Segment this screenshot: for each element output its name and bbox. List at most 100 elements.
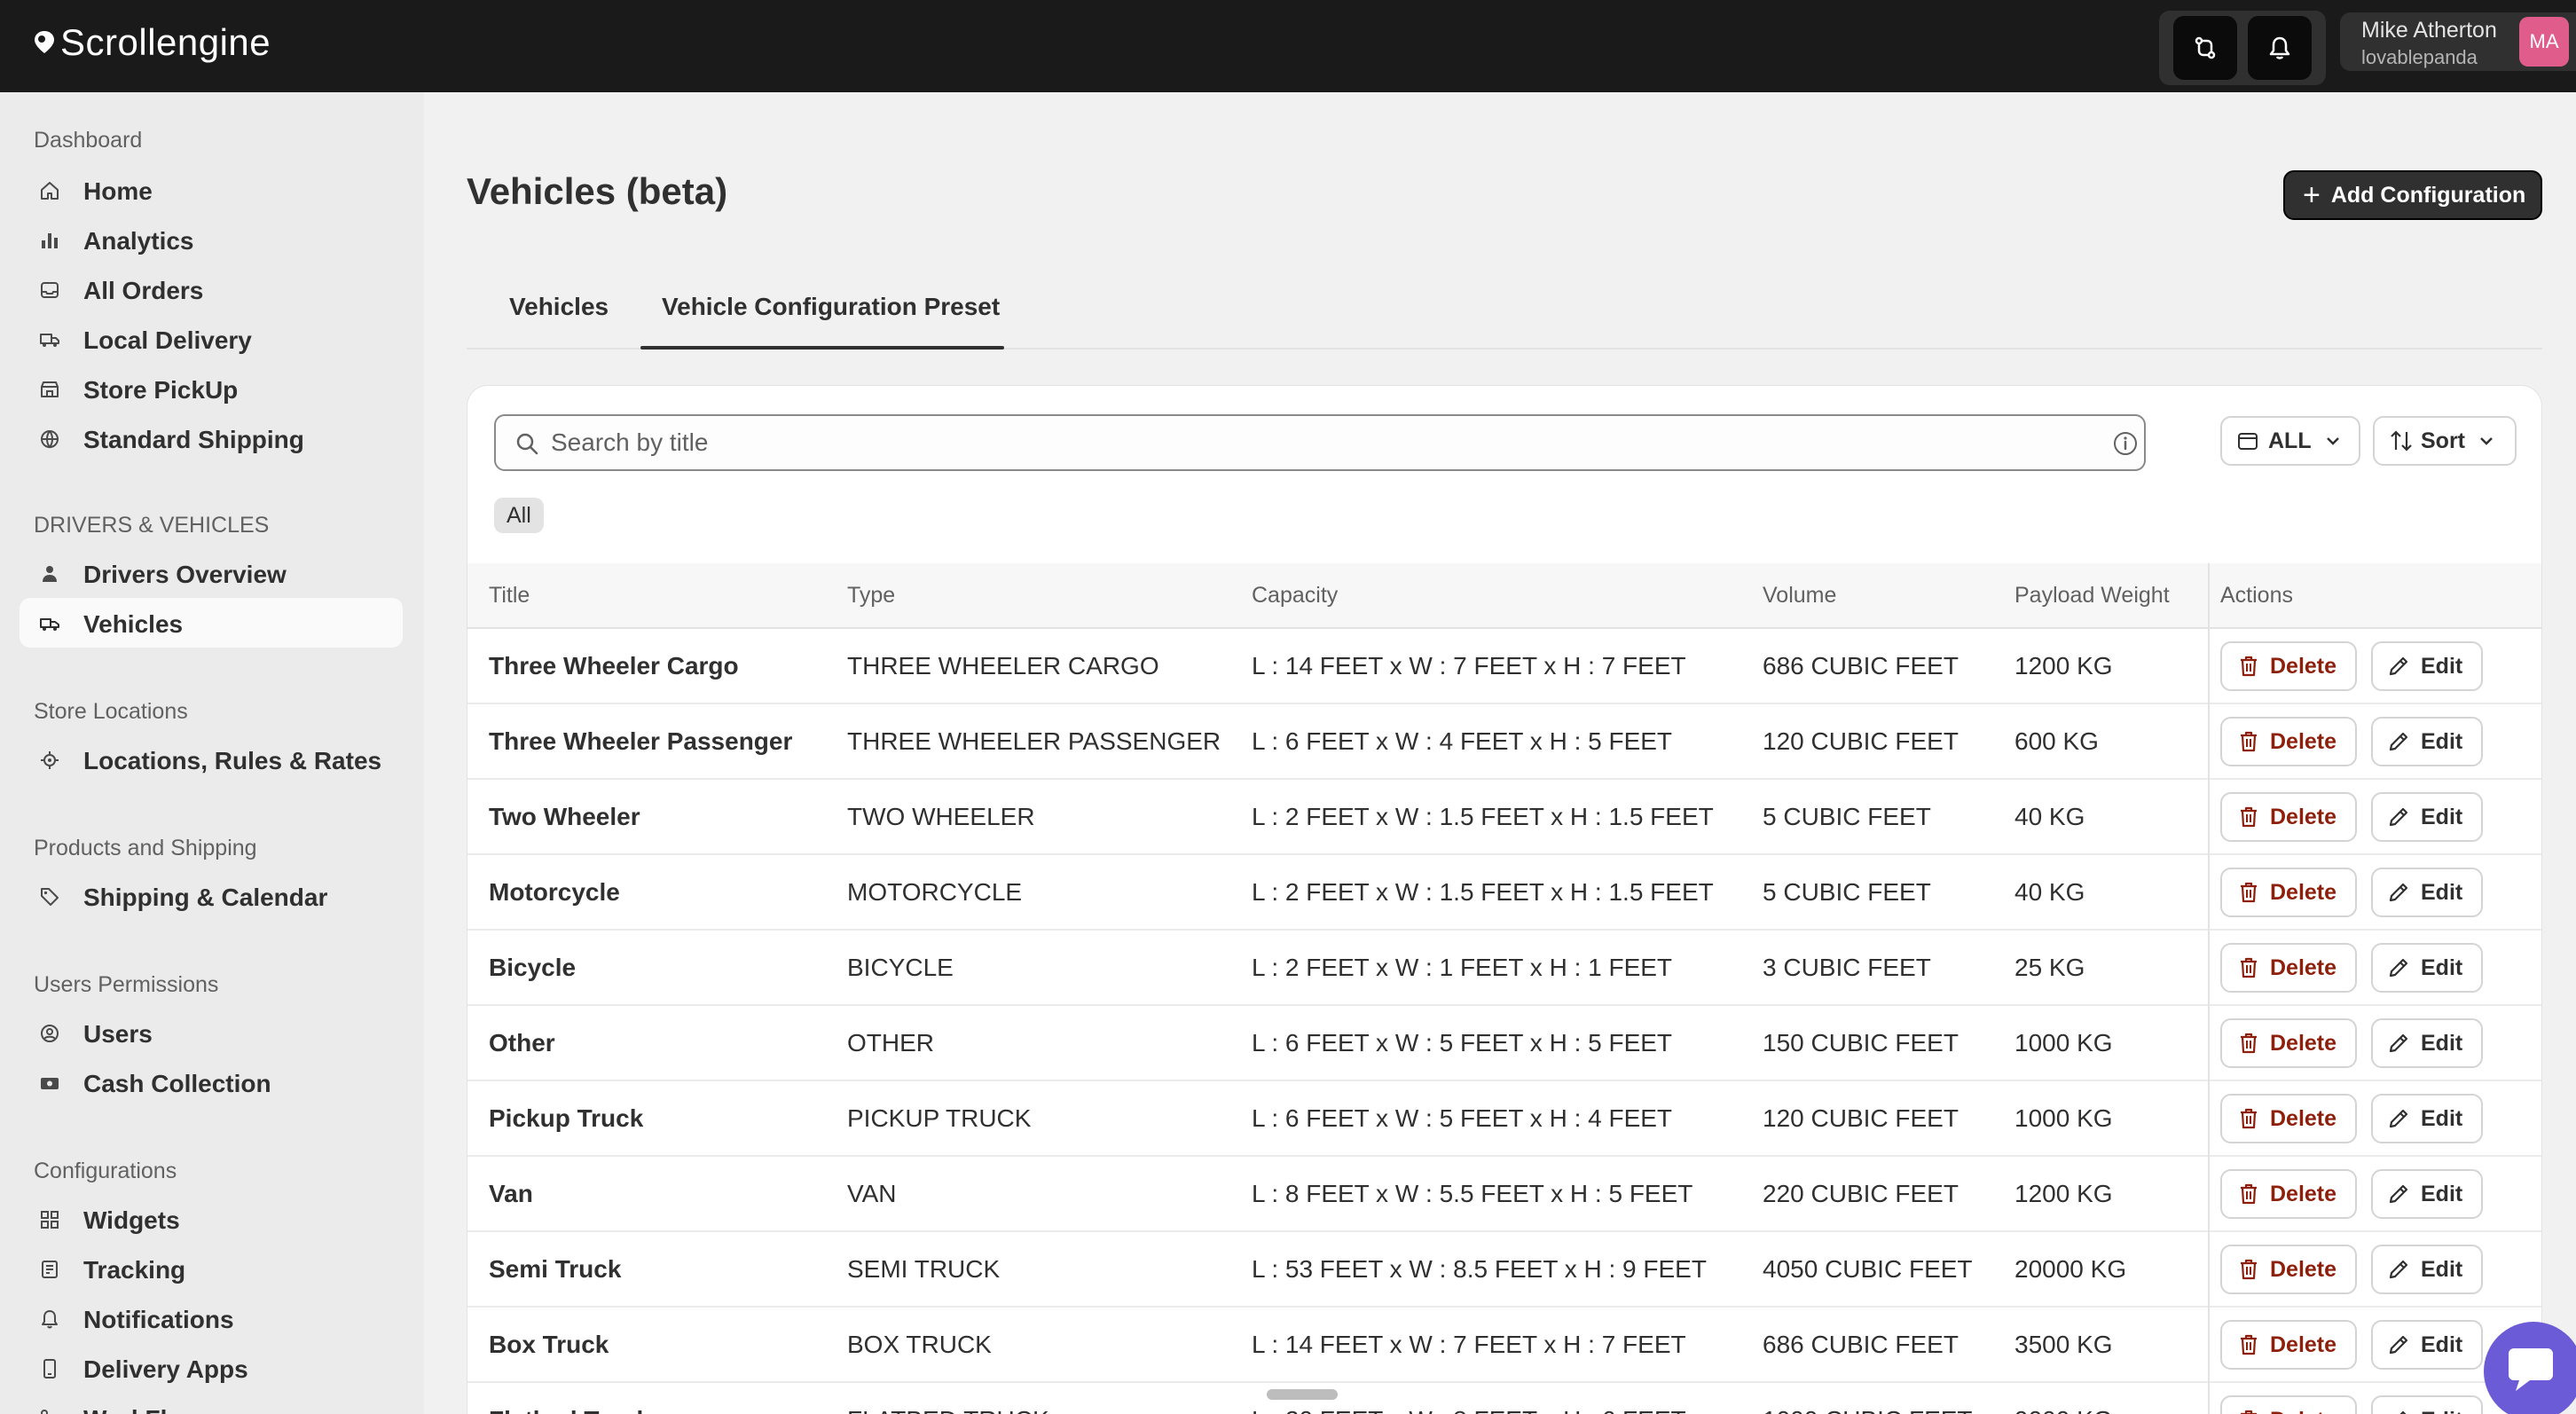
- tag-icon: [41, 888, 59, 906]
- cell-type: BICYCLE: [847, 954, 954, 981]
- column-header-title[interactable]: Title: [489, 583, 530, 609]
- cell-payload-weight: 1200 KG: [2014, 1180, 2113, 1207]
- sidebar-item-cash-collection[interactable]: Cash Collection: [20, 1057, 403, 1107]
- edit-button[interactable]: Edit: [2371, 868, 2483, 917]
- table-row[interactable]: Flatbed Truck FLATBED TRUCK L : 20 FEET x …: [467, 1383, 2541, 1414]
- tab-vehicles[interactable]: Vehicles: [509, 293, 609, 321]
- delete-label: Delete: [2270, 728, 2337, 754]
- table-row[interactable]: Two Wheeler TWO WHEELER L : 2 FEET x W : 1…: [467, 780, 2541, 855]
- tab-vehicle-configuration-preset[interactable]: Vehicle Configuration Preset: [662, 293, 1000, 321]
- search-field[interactable]: [494, 414, 2146, 471]
- user-menu[interactable]: Mike Atherton lovablepanda MA: [2340, 12, 2576, 71]
- cell-title: Motorcycle: [489, 878, 620, 906]
- chat-widget-button[interactable]: [2484, 1322, 2576, 1414]
- horizontal-scrollbar[interactable]: [1267, 1389, 1338, 1400]
- delete-button[interactable]: Delete: [2220, 1395, 2357, 1414]
- sidebar-item-standard-shipping[interactable]: Standard Shipping: [20, 413, 403, 463]
- sidebar-item-notifications[interactable]: Notifications: [20, 1293, 403, 1343]
- delete-button[interactable]: Delete: [2220, 943, 2357, 993]
- delete-button[interactable]: Delete: [2220, 1245, 2357, 1294]
- switch-button[interactable]: [2173, 16, 2237, 80]
- sidebar-item-label: Cash Collection: [83, 1070, 271, 1097]
- edit-button[interactable]: Edit: [2371, 1018, 2483, 1068]
- bell-icon: [2269, 36, 2290, 59]
- sidebar-section-dashboard: Dashboard: [34, 128, 143, 153]
- add-configuration-button[interactable]: + Add Configuration: [2283, 170, 2542, 220]
- sidebar-item-store-pickup[interactable]: Store PickUp: [20, 364, 403, 413]
- edit-button[interactable]: Edit: [2371, 1320, 2483, 1370]
- sidebar-item-tracking[interactable]: Tracking: [20, 1244, 403, 1293]
- cell-payload-weight: 25 KG: [2014, 954, 2085, 981]
- delete-button[interactable]: Delete: [2220, 1320, 2357, 1370]
- table-row[interactable]: Three Wheeler Passenger THREE WHEELER PAS…: [467, 704, 2541, 780]
- sidebar-item-widgets[interactable]: Widgets: [20, 1194, 403, 1244]
- store-icon: [41, 381, 59, 397]
- table-row[interactable]: Box Truck BOX TRUCK L : 14 FEET x W : 7 FE…: [467, 1308, 2541, 1383]
- column-header-volume[interactable]: Volume: [1763, 583, 1836, 609]
- search-input[interactable]: [551, 425, 2077, 460]
- table-row[interactable]: Semi Truck SEMI TRUCK L : 53 FEET x W : 8.…: [467, 1232, 2541, 1308]
- edit-button[interactable]: Edit: [2371, 1169, 2483, 1219]
- delete-button[interactable]: Delete: [2220, 1094, 2357, 1143]
- edit-button[interactable]: Edit: [2371, 1094, 2483, 1143]
- sidebar-item-label: Shipping & Calendar: [83, 884, 328, 911]
- cell-volume: 5 CUBIC FEET: [1763, 803, 1931, 830]
- edit-button[interactable]: Edit: [2371, 943, 2483, 993]
- delete-label: Delete: [2270, 1332, 2337, 1357]
- edit-button[interactable]: Edit: [2371, 1245, 2483, 1294]
- sidebar-item-delivery-apps[interactable]: Delivery Apps: [20, 1343, 403, 1393]
- column-header-capacity[interactable]: Capacity: [1252, 583, 1338, 609]
- cell-payload-weight: 40 KG: [2014, 878, 2085, 906]
- pencil-icon: [2389, 1184, 2408, 1204]
- edit-button[interactable]: Edit: [2371, 792, 2483, 842]
- pencil-icon: [2389, 958, 2408, 978]
- sidebar-item-label: Tracking: [83, 1256, 186, 1284]
- filter-all-dropdown[interactable]: ALL: [2220, 416, 2360, 466]
- column-header-payload-weight[interactable]: Payload Weight: [2014, 583, 2170, 609]
- filter-chip-all[interactable]: All: [494, 498, 544, 533]
- trash-icon: [2241, 656, 2257, 677]
- delete-label: Delete: [2270, 653, 2337, 679]
- edit-button[interactable]: Edit: [2371, 1395, 2483, 1414]
- person-icon: [43, 566, 57, 582]
- table-row[interactable]: Motorcycle MOTORCYCLE L : 2 FEET x W : 1.5…: [467, 855, 2541, 931]
- chevron-down-icon: [2480, 437, 2493, 445]
- edit-button[interactable]: Edit: [2371, 641, 2483, 691]
- sidebar-item-workflow[interactable]: WorkFlow: [20, 1393, 403, 1414]
- table-row[interactable]: Three Wheeler Cargo THREE WHEELER CARGO L …: [467, 629, 2541, 704]
- sidebar-item-home[interactable]: Home: [20, 165, 403, 215]
- table-row[interactable]: Pickup Truck PICKUP TRUCK L : 6 FEET x W :…: [467, 1081, 2541, 1157]
- sidebar-item-users[interactable]: Users: [20, 1008, 403, 1057]
- delete-button[interactable]: Delete: [2220, 641, 2357, 691]
- sidebar-item-locations-rules-rates[interactable]: Locations, Rules & Rates: [20, 734, 403, 784]
- trash-icon: [2241, 1334, 2257, 1355]
- delete-button[interactable]: Delete: [2220, 717, 2357, 766]
- delete-label: Delete: [2270, 954, 2337, 980]
- edit-label: Edit: [2421, 728, 2463, 754]
- cell-payload-weight: 1200 KG: [2014, 652, 2113, 680]
- delete-button[interactable]: Delete: [2220, 868, 2357, 917]
- delete-button[interactable]: Delete: [2220, 1018, 2357, 1068]
- delete-button[interactable]: Delete: [2220, 1169, 2357, 1219]
- table-row[interactable]: Van VAN L : 8 FEET x W : 5.5 FEET x H : 5 …: [467, 1157, 2541, 1232]
- sidebar-item-vehicles[interactable]: Vehicles: [20, 598, 403, 648]
- sidebar-item-local-delivery[interactable]: Local Delivery: [20, 314, 403, 364]
- cell-volume: 5 CUBIC FEET: [1763, 878, 1931, 906]
- sidebar-item-all-orders[interactable]: All Orders: [20, 264, 403, 314]
- app-logo[interactable]: Scrollengine: [32, 21, 271, 64]
- cell-type: VAN: [847, 1180, 897, 1207]
- cell-title: Three Wheeler Cargo: [489, 652, 739, 680]
- delete-button[interactable]: Delete: [2220, 792, 2357, 842]
- info-icon[interactable]: [2112, 430, 2139, 457]
- notifications-button[interactable]: [2248, 16, 2312, 80]
- edit-button[interactable]: Edit: [2371, 717, 2483, 766]
- sort-arrows-icon: [2391, 430, 2412, 452]
- table-row[interactable]: Bicycle BICYCLE L : 2 FEET x W : 1 FEET x …: [467, 931, 2541, 1006]
- sort-dropdown[interactable]: Sort: [2373, 416, 2517, 466]
- table-row[interactable]: Other OTHER L : 6 FEET x W : 5 FEET x H : …: [467, 1006, 2541, 1081]
- sidebar-item-drivers-overview[interactable]: Drivers Overview: [20, 548, 403, 598]
- column-header-type[interactable]: Type: [847, 583, 895, 609]
- edit-label: Edit: [2421, 653, 2463, 679]
- sidebar-item-shipping-calendar[interactable]: Shipping & Calendar: [20, 871, 403, 921]
- sidebar-item-analytics[interactable]: Analytics: [20, 215, 403, 264]
